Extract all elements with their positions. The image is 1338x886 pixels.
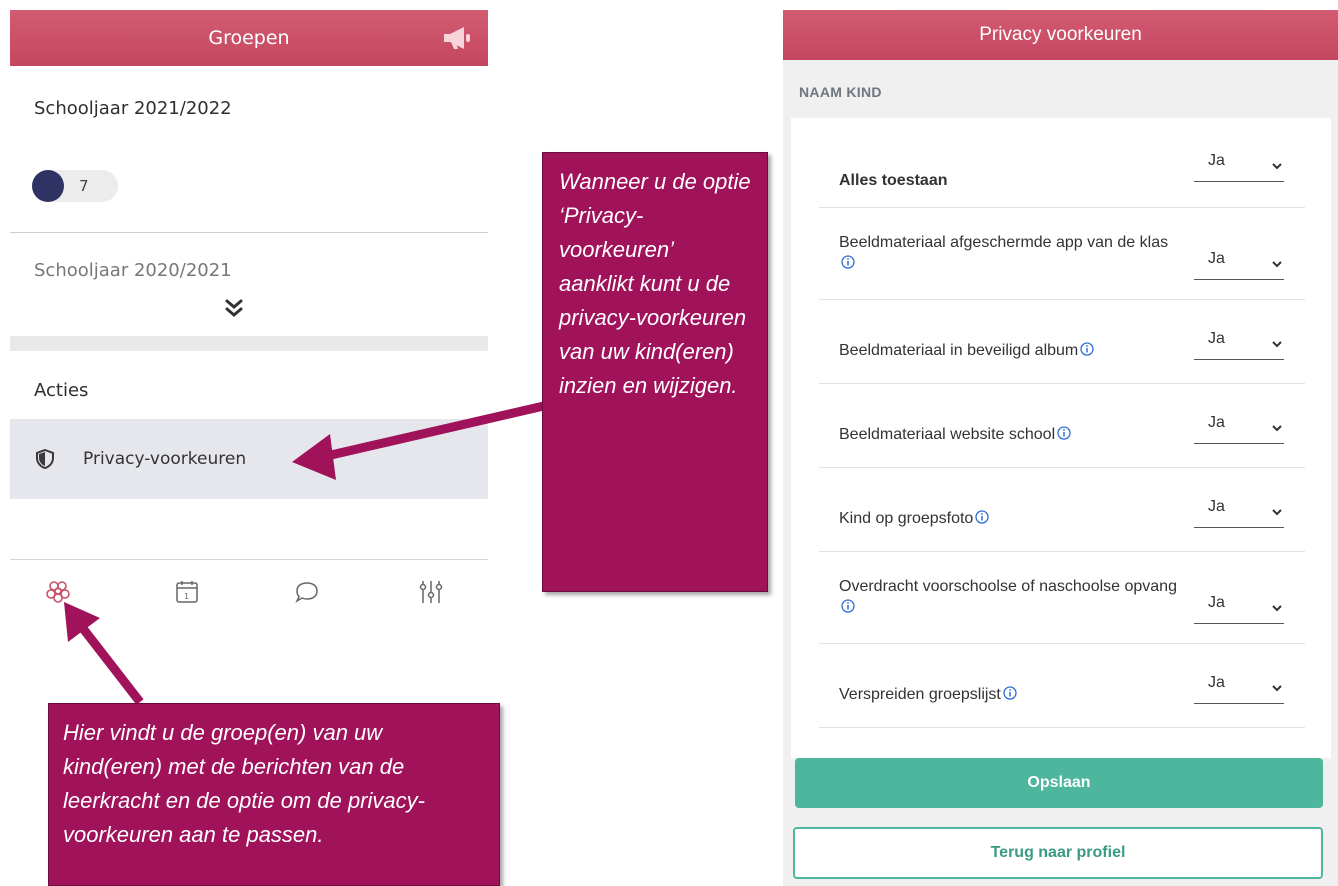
header-title: Privacy voorkeuren <box>979 24 1142 45</box>
select-value: Ja <box>1208 250 1225 267</box>
preference-select[interactable]: Ja <box>1194 594 1284 624</box>
select-value: Ja <box>1208 330 1225 347</box>
chevron-down-icon <box>1272 509 1282 516</box>
group-avatar <box>32 170 64 202</box>
actions-heading: Acties <box>34 380 89 401</box>
group-count: 7 <box>79 177 89 195</box>
preference-label: Beeldmateriaal afgeschermde app van de k… <box>839 232 1179 274</box>
megaphone-icon[interactable] <box>442 25 472 51</box>
select-value: Ja <box>1208 414 1225 431</box>
school-year-previous[interactable]: Schooljaar 2020/2021 <box>34 260 232 281</box>
callout-privacy-explanation: Wanneer u de optie ‘Privacy-voorkeuren’ … <box>542 152 768 592</box>
preference-label: Alles toestaan <box>839 172 948 189</box>
chevron-down-icon <box>1272 341 1282 348</box>
back-to-profile-button[interactable]: Terug naar profiel <box>793 827 1323 879</box>
preference-label: Beeldmateriaal in beveiligd album <box>839 340 1179 361</box>
calendar-icon[interactable]: 1 <box>173 578 201 606</box>
preference-select[interactable]: Ja <box>1194 250 1284 280</box>
child-name-label: NAAM KIND <box>799 84 882 100</box>
double-chevron-down-icon[interactable] <box>223 298 245 320</box>
groups-screen: Groepen Schooljaar 2021/2022 7 Schooljaa… <box>10 10 488 650</box>
group-badge[interactable]: 7 <box>32 170 118 202</box>
privacy-preferences-label: Privacy-voorkeuren <box>83 449 247 469</box>
preference-label: Beeldmateriaal website school <box>839 424 1179 445</box>
school-year-current[interactable]: Schooljaar 2021/2022 <box>34 98 232 119</box>
preference-select[interactable]: Ja <box>1194 674 1284 704</box>
preference-select[interactable]: Ja <box>1194 152 1284 182</box>
save-button[interactable]: Opslaan <box>795 758 1323 808</box>
info-icon[interactable] <box>1080 342 1094 356</box>
preference-select[interactable]: Ja <box>1194 330 1284 360</box>
callout-groups-explanation: Hier vindt u de groep(en) van uw kind(er… <box>48 703 500 886</box>
preferences-card: Alles toestaan Ja Beeldmateriaal afgesch… <box>791 118 1331 758</box>
chat-icon[interactable] <box>293 578 321 606</box>
select-value: Ja <box>1208 674 1225 691</box>
preference-row-group-photo: Kind op groepsfoto Ja <box>819 468 1305 552</box>
select-value: Ja <box>1208 498 1225 515</box>
info-icon[interactable] <box>975 510 989 524</box>
section-separator <box>10 336 488 351</box>
header-title: Groepen <box>208 27 290 49</box>
preference-row-childcare: Overdracht voorschoolse of naschoolse op… <box>819 552 1305 644</box>
chevron-down-icon <box>1272 261 1282 268</box>
preference-row-website: Beeldmateriaal website school Ja <box>819 384 1305 468</box>
privacy-preferences-item[interactable]: Privacy-voorkeuren <box>10 419 488 499</box>
preference-row-app: Beeldmateriaal afgeschermde app van de k… <box>819 208 1305 300</box>
preference-label: Verspreiden groepslijst <box>839 684 1179 705</box>
preference-select[interactable]: Ja <box>1194 414 1284 444</box>
preference-label: Overdracht voorschoolse of naschoolse op… <box>839 576 1179 618</box>
info-icon[interactable] <box>1057 426 1071 440</box>
settings-sliders-icon[interactable] <box>417 578 445 606</box>
groups-header: Groepen <box>10 10 488 66</box>
select-value: Ja <box>1208 152 1225 169</box>
groups-icon[interactable] <box>44 578 72 606</box>
svg-text:1: 1 <box>184 592 189 601</box>
chevron-down-icon <box>1272 605 1282 612</box>
info-icon[interactable] <box>1003 686 1017 700</box>
preference-select[interactable]: Ja <box>1194 498 1284 528</box>
preference-label: Kind op groepsfoto <box>839 508 1179 529</box>
privacy-header: Privacy voorkeuren <box>783 10 1338 60</box>
divider <box>10 232 488 233</box>
preference-row-album: Beeldmateriaal in beveiligd album Ja <box>819 300 1305 384</box>
select-value: Ja <box>1208 594 1225 611</box>
privacy-preferences-screen: Privacy voorkeuren NAAM KIND Alles toest… <box>783 10 1338 886</box>
chevron-down-icon <box>1272 425 1282 432</box>
chevron-down-icon <box>1272 685 1282 692</box>
shield-icon <box>36 449 54 469</box>
chevron-down-icon <box>1272 163 1282 170</box>
divider <box>10 559 488 560</box>
preference-row-group-list: Verspreiden groepslijst Ja <box>819 644 1305 728</box>
preference-row-allow-all: Alles toestaan Ja <box>819 118 1305 208</box>
info-icon[interactable] <box>841 255 855 269</box>
info-icon[interactable] <box>841 599 855 613</box>
